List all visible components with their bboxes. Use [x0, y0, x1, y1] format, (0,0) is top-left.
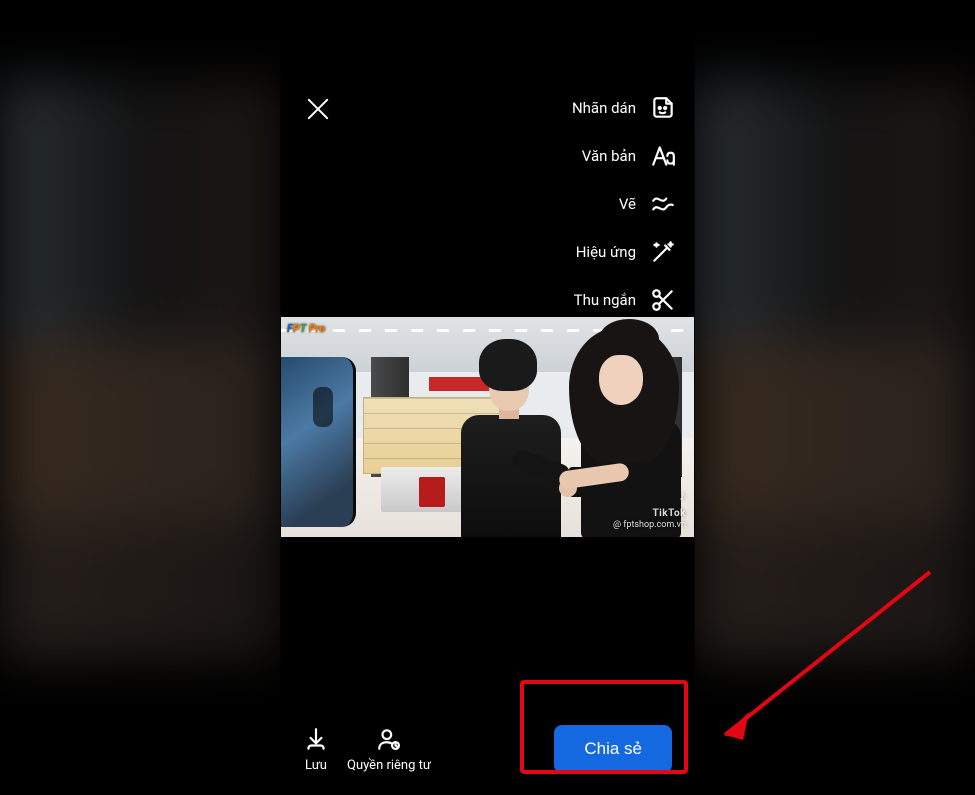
- tool-effects-label: Hiệu ứng: [576, 243, 636, 261]
- tool-trim[interactable]: Thu ngắn: [568, 287, 676, 313]
- text-icon: [650, 143, 676, 169]
- share-button[interactable]: Chia sẻ: [554, 725, 672, 773]
- background-blur-left: [0, 0, 280, 795]
- tool-sticker-label: Nhãn dán: [572, 99, 636, 117]
- stage: Nhãn dán Văn bản Vẽ Hiệu ứng: [0, 0, 975, 795]
- phone-frame: Nhãn dán Văn bản Vẽ Hiệu ứng: [281, 0, 694, 795]
- tiktok-watermark: ♪ TikTok @ fptshop.com.vn: [613, 508, 686, 531]
- bottom-toolbar: Lưu Quyền riêng tư Chia sẻ: [281, 725, 694, 773]
- tool-text[interactable]: Văn bản: [568, 143, 676, 169]
- scissors-icon: [650, 287, 676, 313]
- background-blur-right: [695, 0, 975, 795]
- privacy-label: Quyền riêng tư: [347, 758, 431, 773]
- tool-text-label: Văn bản: [582, 147, 636, 165]
- corner-badge: FPT Pro: [287, 322, 325, 335]
- privacy-icon: [376, 726, 402, 752]
- privacy-button[interactable]: Quyền riêng tư: [347, 726, 431, 773]
- tool-sticker[interactable]: Nhãn dán: [568, 95, 676, 121]
- effects-icon: [650, 239, 676, 265]
- tool-draw-label: Vẽ: [619, 195, 636, 213]
- close-button[interactable]: [303, 95, 333, 125]
- sticker-icon: [650, 95, 676, 121]
- video-preview[interactable]: FPT Pro ♪ TikTok @ fptshop.com.vn: [281, 317, 694, 537]
- draw-icon: [650, 191, 676, 217]
- save-label: Lưu: [305, 758, 327, 773]
- preview-person-1: [441, 337, 566, 537]
- tool-trim-label: Thu ngắn: [574, 291, 636, 309]
- download-icon: [303, 726, 329, 752]
- tool-effects[interactable]: Hiệu ứng: [568, 239, 676, 265]
- tool-draw[interactable]: Vẽ: [568, 191, 676, 217]
- preview-person-2: [559, 327, 694, 537]
- save-button[interactable]: Lưu: [303, 726, 329, 773]
